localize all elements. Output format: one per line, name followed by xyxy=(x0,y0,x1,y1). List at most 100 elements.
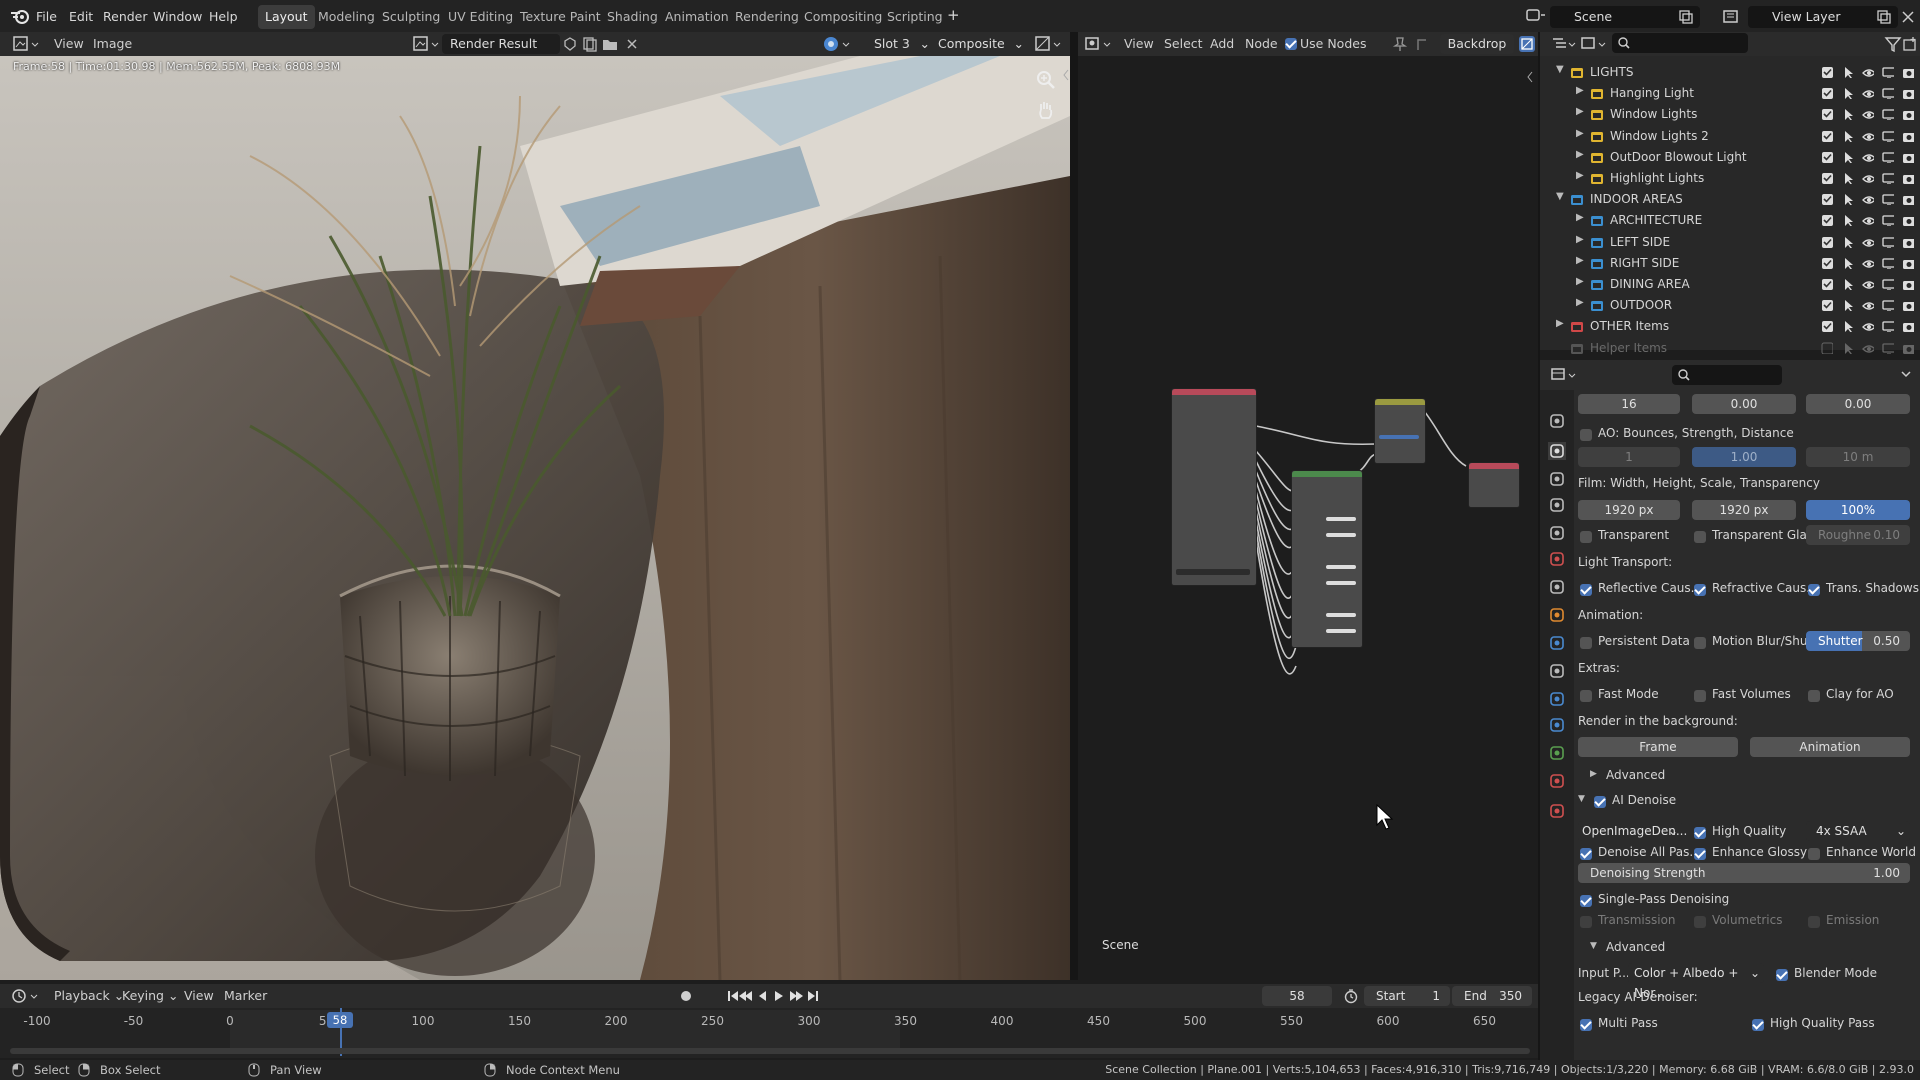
tab-rendering[interactable]: Rendering xyxy=(728,5,806,29)
expand-arrow-right-icon[interactable]: ▶ xyxy=(1576,170,1584,181)
add-workspace-icon[interactable]: + xyxy=(947,6,960,24)
checkbox-icon[interactable] xyxy=(1821,257,1833,269)
checkbox-icon[interactable] xyxy=(1821,130,1833,142)
eye-icon[interactable] xyxy=(1862,320,1874,332)
checkbox-icon[interactable] xyxy=(1821,320,1833,333)
monitor-icon[interactable] xyxy=(1882,130,1894,142)
image-view-menu[interactable]: View xyxy=(54,36,84,51)
outliner-row[interactable]: ▶ Window Lights 2 xyxy=(1540,126,1920,147)
expand-arrow-right-icon[interactable]: ▶ xyxy=(1576,255,1584,266)
node-add-menu[interactable]: Add xyxy=(1210,36,1234,51)
outliner-row[interactable]: ▶ OTHER Items xyxy=(1540,316,1920,337)
outliner-row[interactable]: ▶ OutDoor Blowout Light xyxy=(1540,147,1920,168)
render-frame-button[interactable]: Frame xyxy=(1578,737,1738,757)
camera-icon[interactable] xyxy=(1902,236,1914,248)
select-arrow-icon[interactable] xyxy=(1842,320,1854,333)
node-canvas[interactable]: Scene xyxy=(1078,56,1538,980)
select-arrow-icon[interactable] xyxy=(1842,151,1854,163)
playback-menu[interactable]: Playback ⌄ xyxy=(54,988,124,1003)
camera-icon[interactable] xyxy=(1902,278,1914,290)
checkbox-icon[interactable] xyxy=(1821,236,1833,248)
collection-tab-icon[interactable] xyxy=(1548,578,1566,596)
camera-icon[interactable] xyxy=(1902,299,1914,312)
timeline-scrollbar[interactable] xyxy=(10,1048,1530,1054)
transparent-glass-checkbox[interactable] xyxy=(1694,531,1706,543)
eye-icon[interactable] xyxy=(1862,66,1874,78)
expand-arrow-down-icon[interactable]: ▼ xyxy=(1556,191,1564,202)
parent-node-icon[interactable] xyxy=(1414,36,1430,52)
start-frame-field[interactable]: Start 1 xyxy=(1364,986,1450,1006)
checkbox-icon[interactable] xyxy=(1821,193,1833,206)
select-arrow-icon[interactable] xyxy=(1842,236,1854,248)
expand-arrow-right-icon[interactable]: ▶ xyxy=(1576,212,1584,223)
particles-icon[interactable] xyxy=(1548,662,1566,680)
monitor-icon[interactable] xyxy=(1882,299,1894,312)
film-height-field[interactable]: 1920 px xyxy=(1692,500,1796,520)
camera-icon[interactable] xyxy=(1902,108,1914,121)
select-arrow-icon[interactable] xyxy=(1842,257,1854,269)
emission-checkbox[interactable] xyxy=(1808,916,1820,928)
tab-modeling[interactable]: Modeling xyxy=(311,5,382,29)
expand-arrow-right-icon[interactable]: ▶ xyxy=(1576,297,1584,308)
ao-distance-field[interactable]: 10 m xyxy=(1806,447,1910,467)
high-quality-checkbox[interactable] xyxy=(1694,827,1706,839)
expand-arrow-right-icon[interactable]: ▶ xyxy=(1556,318,1564,329)
checkbox-icon[interactable] xyxy=(1821,342,1833,354)
checkbox-icon[interactable] xyxy=(1821,108,1833,121)
tab-sculpting[interactable]: Sculpting xyxy=(375,5,447,29)
expand-arrow-right-icon[interactable]: ▶ xyxy=(1576,106,1584,117)
remove-view-layer-icon[interactable] xyxy=(1900,9,1916,25)
select-arrow-icon[interactable] xyxy=(1842,214,1854,227)
distance-field[interactable]: 0.00 xyxy=(1806,394,1910,414)
marker-menu[interactable]: Marker xyxy=(224,988,267,1003)
image-menu[interactable]: Image xyxy=(93,36,132,51)
tab-compositing[interactable]: Compositing xyxy=(797,5,889,29)
current-frame-field[interactable]: 58 xyxy=(1262,986,1332,1006)
camera-icon[interactable] xyxy=(1902,320,1914,333)
eye-icon[interactable] xyxy=(1862,172,1874,184)
eye-icon[interactable] xyxy=(1862,130,1874,142)
properties-search-input[interactable] xyxy=(1672,365,1782,385)
menu-render[interactable]: Render xyxy=(103,9,148,24)
checkbox-icon[interactable] xyxy=(1821,299,1833,312)
expand-arrow-down-icon[interactable]: ▼ xyxy=(1590,941,1597,951)
outliner-row[interactable]: ▶ LEFT SIDE xyxy=(1540,232,1920,253)
denoise-node[interactable] xyxy=(1291,470,1363,648)
browse-image-icon[interactable] xyxy=(412,35,440,53)
enhance-world-checkbox[interactable] xyxy=(1808,848,1820,860)
node-view-menu[interactable]: View xyxy=(1124,36,1154,51)
timeline-view-menu[interactable]: View xyxy=(184,988,214,1003)
properties-type-icon[interactable] xyxy=(1550,366,1576,384)
data-icon[interactable] xyxy=(1548,744,1566,762)
menu-edit[interactable]: Edit xyxy=(69,9,93,24)
roughness-field[interactable]: Roughne 0.10 xyxy=(1806,525,1910,545)
expand-arrow-right-icon[interactable]: ▶ xyxy=(1576,234,1584,245)
checkbox-icon[interactable] xyxy=(1821,214,1833,227)
fast-mode-checkbox[interactable] xyxy=(1580,690,1592,702)
node-sidebar-toggle-icon[interactable] xyxy=(1526,70,1534,84)
eye-icon[interactable] xyxy=(1862,257,1874,269)
new-image-icon[interactable] xyxy=(582,36,598,52)
pin-icon[interactable] xyxy=(1392,36,1408,52)
open-folder-icon[interactable] xyxy=(602,36,618,52)
fake-user-icon[interactable] xyxy=(562,36,578,52)
editor-type-icon[interactable] xyxy=(12,35,40,53)
denoiser-dropdown[interactable]: OpenImageDen... ⌄ xyxy=(1578,821,1687,841)
outliner-row[interactable]: ▶ ARCHITECTURE xyxy=(1540,210,1920,231)
monitor-icon[interactable] xyxy=(1882,214,1894,227)
checkbox-icon[interactable] xyxy=(1821,66,1833,78)
copy-view-layer-icon[interactable] xyxy=(1876,9,1892,25)
image-name-field[interactable]: Render Result xyxy=(442,34,560,54)
expand-arrow-right-icon[interactable]: ▶ xyxy=(1576,276,1584,287)
denoise-all-passes-checkbox[interactable] xyxy=(1580,848,1592,860)
material-icon[interactable] xyxy=(1548,772,1566,790)
monitor-icon[interactable] xyxy=(1882,172,1894,184)
camera-icon[interactable] xyxy=(1902,66,1914,78)
eye-icon[interactable] xyxy=(1862,151,1874,163)
menu-help[interactable]: Help xyxy=(209,9,238,24)
outliner-row[interactable]: ▶ Window Lights xyxy=(1540,104,1920,125)
camera-icon[interactable] xyxy=(1902,214,1914,227)
checkbox-icon[interactable] xyxy=(1821,151,1833,163)
monitor-icon[interactable] xyxy=(1882,151,1894,163)
scene-select-field[interactable] xyxy=(1176,569,1250,575)
